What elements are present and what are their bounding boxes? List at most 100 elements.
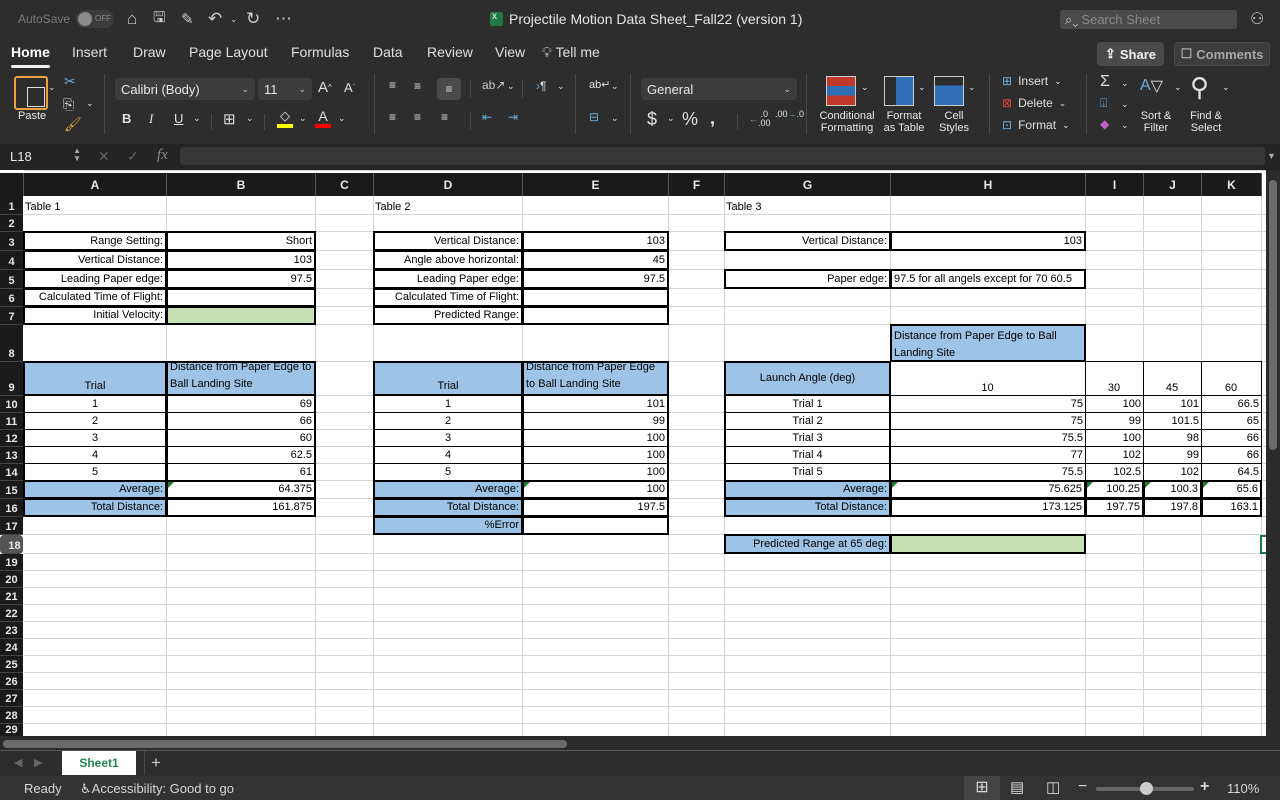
cancel-icon[interactable]: ✕: [98, 148, 110, 165]
more-icon[interactable]: ⋯: [275, 0, 292, 38]
error-indicator-icon[interactable]: [1145, 482, 1151, 488]
table3-trial-label[interactable]: Trial 2: [724, 412, 891, 430]
row-header-10[interactable]: 10: [0, 396, 23, 413]
table3-distance-header[interactable]: Distance from Paper Edge to Ball Landing…: [890, 324, 1086, 362]
table2-trial-number[interactable]: 2: [373, 412, 523, 430]
wrap-dropdown-icon[interactable]: ⌄: [611, 81, 619, 92]
row-header-1[interactable]: 1: [0, 196, 23, 215]
row-header-5[interactable]: 5: [0, 270, 23, 289]
search-sheet-input[interactable]: ⌕⌄ Search Sheet: [1060, 10, 1237, 29]
table3-total-value[interactable]: 197.75: [1085, 498, 1144, 517]
table3-total-value[interactable]: 163.1: [1201, 498, 1262, 517]
table1-trial-number[interactable]: 1: [23, 395, 167, 413]
paragraph-direction-icon[interactable]: › ¶: [536, 79, 546, 93]
table3-vertical-label[interactable]: Vertical Distance:: [724, 231, 891, 251]
sort-filter-button[interactable]: Sort & Filter: [1136, 110, 1176, 134]
row-header-9[interactable]: 9: [0, 362, 23, 396]
format-as-table-icon[interactable]: [884, 76, 914, 106]
table2-param-label[interactable]: Predicted Range:: [373, 306, 523, 325]
align-left-icon[interactable]: ≡: [389, 110, 396, 124]
table1-param-value[interactable]: Short: [166, 231, 316, 251]
table1-trial-distance[interactable]: 62.5: [166, 446, 316, 464]
normal-view-icon[interactable]: ⊞: [964, 776, 1000, 800]
table2-param-label[interactable]: Vertical Distance:: [373, 231, 523, 251]
table2-average-label[interactable]: Average:: [373, 480, 523, 499]
table3-angle-value[interactable]: 10: [890, 361, 1086, 396]
table1-param-value[interactable]: 103: [166, 250, 316, 270]
column-header-c[interactable]: C: [316, 173, 374, 196]
find-dropdown-icon[interactable]: ⌄: [1222, 82, 1230, 93]
table1-trial-distance[interactable]: 69: [166, 395, 316, 413]
row-header-13[interactable]: 13: [0, 447, 23, 464]
zoom-in-icon[interactable]: +: [1200, 778, 1209, 796]
add-sheet-icon[interactable]: +: [151, 753, 161, 773]
conditional-formatting-icon[interactable]: [826, 76, 856, 106]
table3-trial-value[interactable]: 100: [1085, 429, 1144, 447]
table3-trial-value[interactable]: 102.5: [1085, 463, 1144, 481]
column-header-f[interactable]: F: [669, 173, 725, 196]
zoom-level[interactable]: 110%: [1227, 781, 1259, 796]
sort-filter-icon[interactable]: A ▽: [1140, 76, 1163, 96]
paste-dropdown-icon[interactable]: ⌄: [48, 82, 56, 93]
table1-trial-number[interactable]: 4: [23, 446, 167, 464]
comma-style-icon[interactable]: ,: [710, 108, 715, 129]
orientation-dropdown-icon[interactable]: ⌄: [507, 81, 515, 92]
table1-param-label[interactable]: Leading Paper edge:: [23, 269, 167, 289]
table3-trial-value[interactable]: 75.5: [890, 429, 1086, 447]
row-header-16[interactable]: 16: [0, 499, 23, 517]
delete-cells-button[interactable]: ⊠ Delete ⌄: [1002, 96, 1066, 110]
table3-predicted-value[interactable]: [890, 534, 1086, 554]
save-icon[interactable]: 🖫: [153, 0, 166, 38]
select-all-corner[interactable]: [0, 173, 24, 196]
page-layout-view-icon[interactable]: ▤: [1010, 778, 1024, 796]
row-header-29[interactable]: 29: [0, 724, 23, 736]
table3-trial-value[interactable]: 102: [1085, 446, 1144, 464]
underline-button[interactable]: U: [174, 111, 183, 126]
italic-button[interactable]: I: [149, 111, 153, 127]
name-box[interactable]: L18 ▲ ▼: [0, 144, 85, 168]
table3-trial-value[interactable]: 98: [1143, 429, 1202, 447]
tab-data[interactable]: Data: [373, 44, 403, 60]
table2-param-label[interactable]: Angle above horizontal:: [373, 250, 523, 270]
vertical-scroll-thumb[interactable]: [1269, 180, 1277, 450]
zoom-slider-thumb[interactable]: [1140, 782, 1153, 795]
name-box-stepper-icon[interactable]: ▲ ▼: [73, 147, 81, 163]
tell-me[interactable]: 💡︎ Tell me: [542, 44, 600, 61]
row-header-3[interactable]: 3: [0, 232, 23, 251]
table2-trial-number[interactable]: 5: [373, 463, 523, 481]
table2-total-label[interactable]: Total Distance:: [373, 498, 523, 517]
cs-dropdown-icon[interactable]: ⌄: [968, 82, 976, 93]
table3-trial-value[interactable]: 66: [1201, 429, 1262, 447]
table3-trial-value[interactable]: 101.5: [1143, 412, 1202, 430]
table1-header-distance[interactable]: Distance from Paper Edge to Ball Landing…: [166, 361, 316, 396]
sheet-tab-sheet1[interactable]: Sheet1: [62, 751, 136, 775]
table3-trial-value[interactable]: 102: [1143, 463, 1202, 481]
column-header-d[interactable]: D: [374, 173, 523, 196]
column-header-e[interactable]: E: [523, 173, 669, 196]
table2-trial-distance[interactable]: 100: [522, 429, 669, 447]
table3-average-value[interactable]: 75.625: [890, 480, 1086, 499]
table3-total-label[interactable]: Total Distance:: [724, 498, 891, 517]
table2-trial-distance[interactable]: 101: [522, 395, 669, 413]
table2-trial-distance[interactable]: 100: [522, 446, 669, 464]
increase-decimal-icon[interactable]: ← .0.00: [749, 110, 771, 128]
table3-average-label[interactable]: Average:: [724, 480, 891, 499]
table3-paper-label[interactable]: Paper edge:: [724, 269, 891, 289]
decrease-font-icon[interactable]: Aˇ: [344, 80, 355, 95]
borders-dropdown-icon[interactable]: ⌄: [246, 113, 254, 124]
column-header-j[interactable]: J: [1144, 173, 1202, 196]
zoom-out-icon[interactable]: −: [1078, 778, 1087, 796]
table2-trial-number[interactable]: 3: [373, 429, 523, 447]
table3-predicted-label[interactable]: Predicted Range at 65 deg:: [724, 534, 891, 554]
table3-title[interactable]: Table 3: [724, 195, 891, 215]
row-header-19[interactable]: 19: [0, 554, 23, 571]
copy-dropdown-icon[interactable]: ⌄: [86, 98, 94, 109]
table3-trial-value[interactable]: 77: [890, 446, 1086, 464]
sort-dropdown-icon[interactable]: ⌄: [1174, 82, 1182, 93]
row-header-11[interactable]: 11: [0, 413, 23, 430]
table1-param-label[interactable]: Vertical Distance:: [23, 250, 167, 270]
formula-input[interactable]: [180, 147, 1265, 165]
table1-trial-distance[interactable]: 66: [166, 412, 316, 430]
table3-trial-label[interactable]: Trial 1: [724, 395, 891, 413]
table3-vertical-value[interactable]: 103: [890, 231, 1086, 251]
